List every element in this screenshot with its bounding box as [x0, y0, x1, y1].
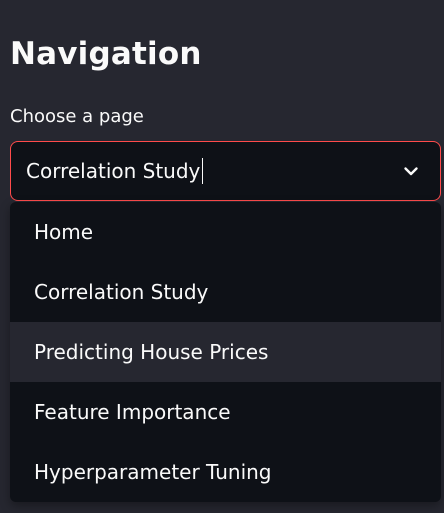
- selected-value: Correlation Study: [26, 159, 201, 183]
- select-label: Choose a page: [10, 106, 144, 127]
- page-title: Navigation: [10, 36, 202, 72]
- dropdown-option-predicting-house-prices[interactable]: Predicting House Prices: [10, 322, 441, 382]
- chevron-down-icon[interactable]: [402, 162, 420, 180]
- sidebar: Navigation Choose a page Correlation Stu…: [0, 0, 444, 513]
- select-input[interactable]: Correlation Study: [26, 157, 204, 185]
- page-select[interactable]: Correlation Study: [10, 141, 441, 201]
- text-cursor: [202, 158, 204, 184]
- dropdown-menu: Home Correlation Study Predicting House …: [10, 202, 441, 502]
- dropdown-option-correlation-study[interactable]: Correlation Study: [10, 262, 441, 322]
- dropdown-option-home[interactable]: Home: [10, 202, 441, 262]
- dropdown-option-feature-importance[interactable]: Feature Importance: [10, 382, 441, 442]
- dropdown-option-hyperparameter-tuning[interactable]: Hyperparameter Tuning: [10, 442, 441, 502]
